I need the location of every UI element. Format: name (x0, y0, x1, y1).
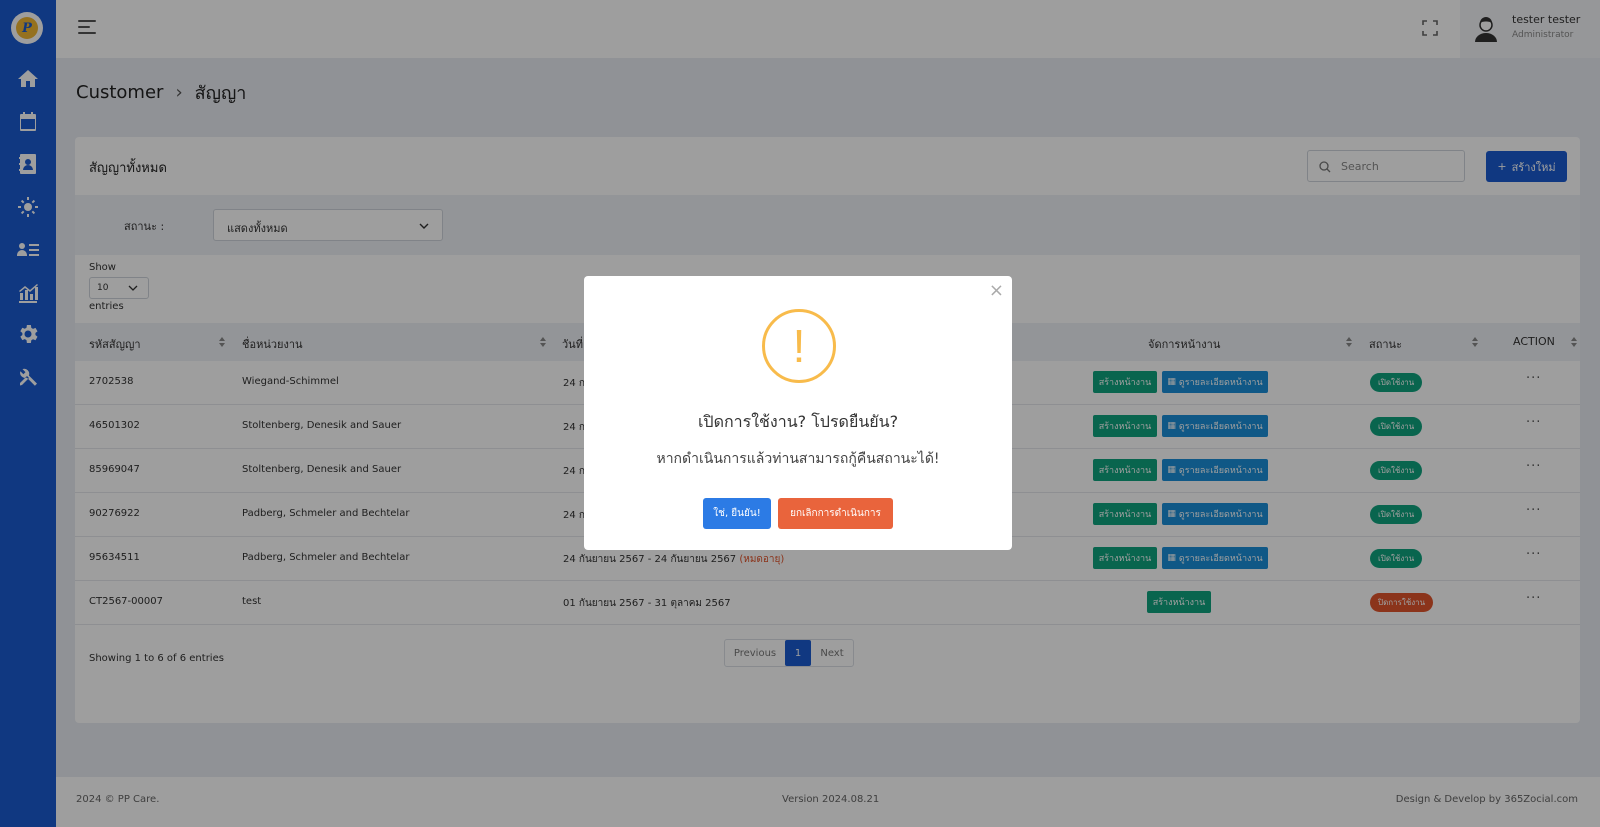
confirm-button[interactable]: ใช่, ยืนยัน! (703, 498, 771, 529)
close-icon[interactable]: × (989, 280, 1004, 301)
warning-icon: ! (762, 309, 836, 383)
cancel-button[interactable]: ยกเลิกการดำเนินการ (778, 498, 893, 529)
confirm-dialog: × ! เปิดการใช้งาน? โปรดยืนยัน? หากดำเนิน… (584, 276, 1012, 550)
dialog-title: เปิดการใช้งาน? โปรดยืนยัน? (697, 412, 899, 431)
dialog-message: หากดำเนินการแล้วท่านสามารถกู้คืนสถานะได้… (656, 451, 940, 467)
